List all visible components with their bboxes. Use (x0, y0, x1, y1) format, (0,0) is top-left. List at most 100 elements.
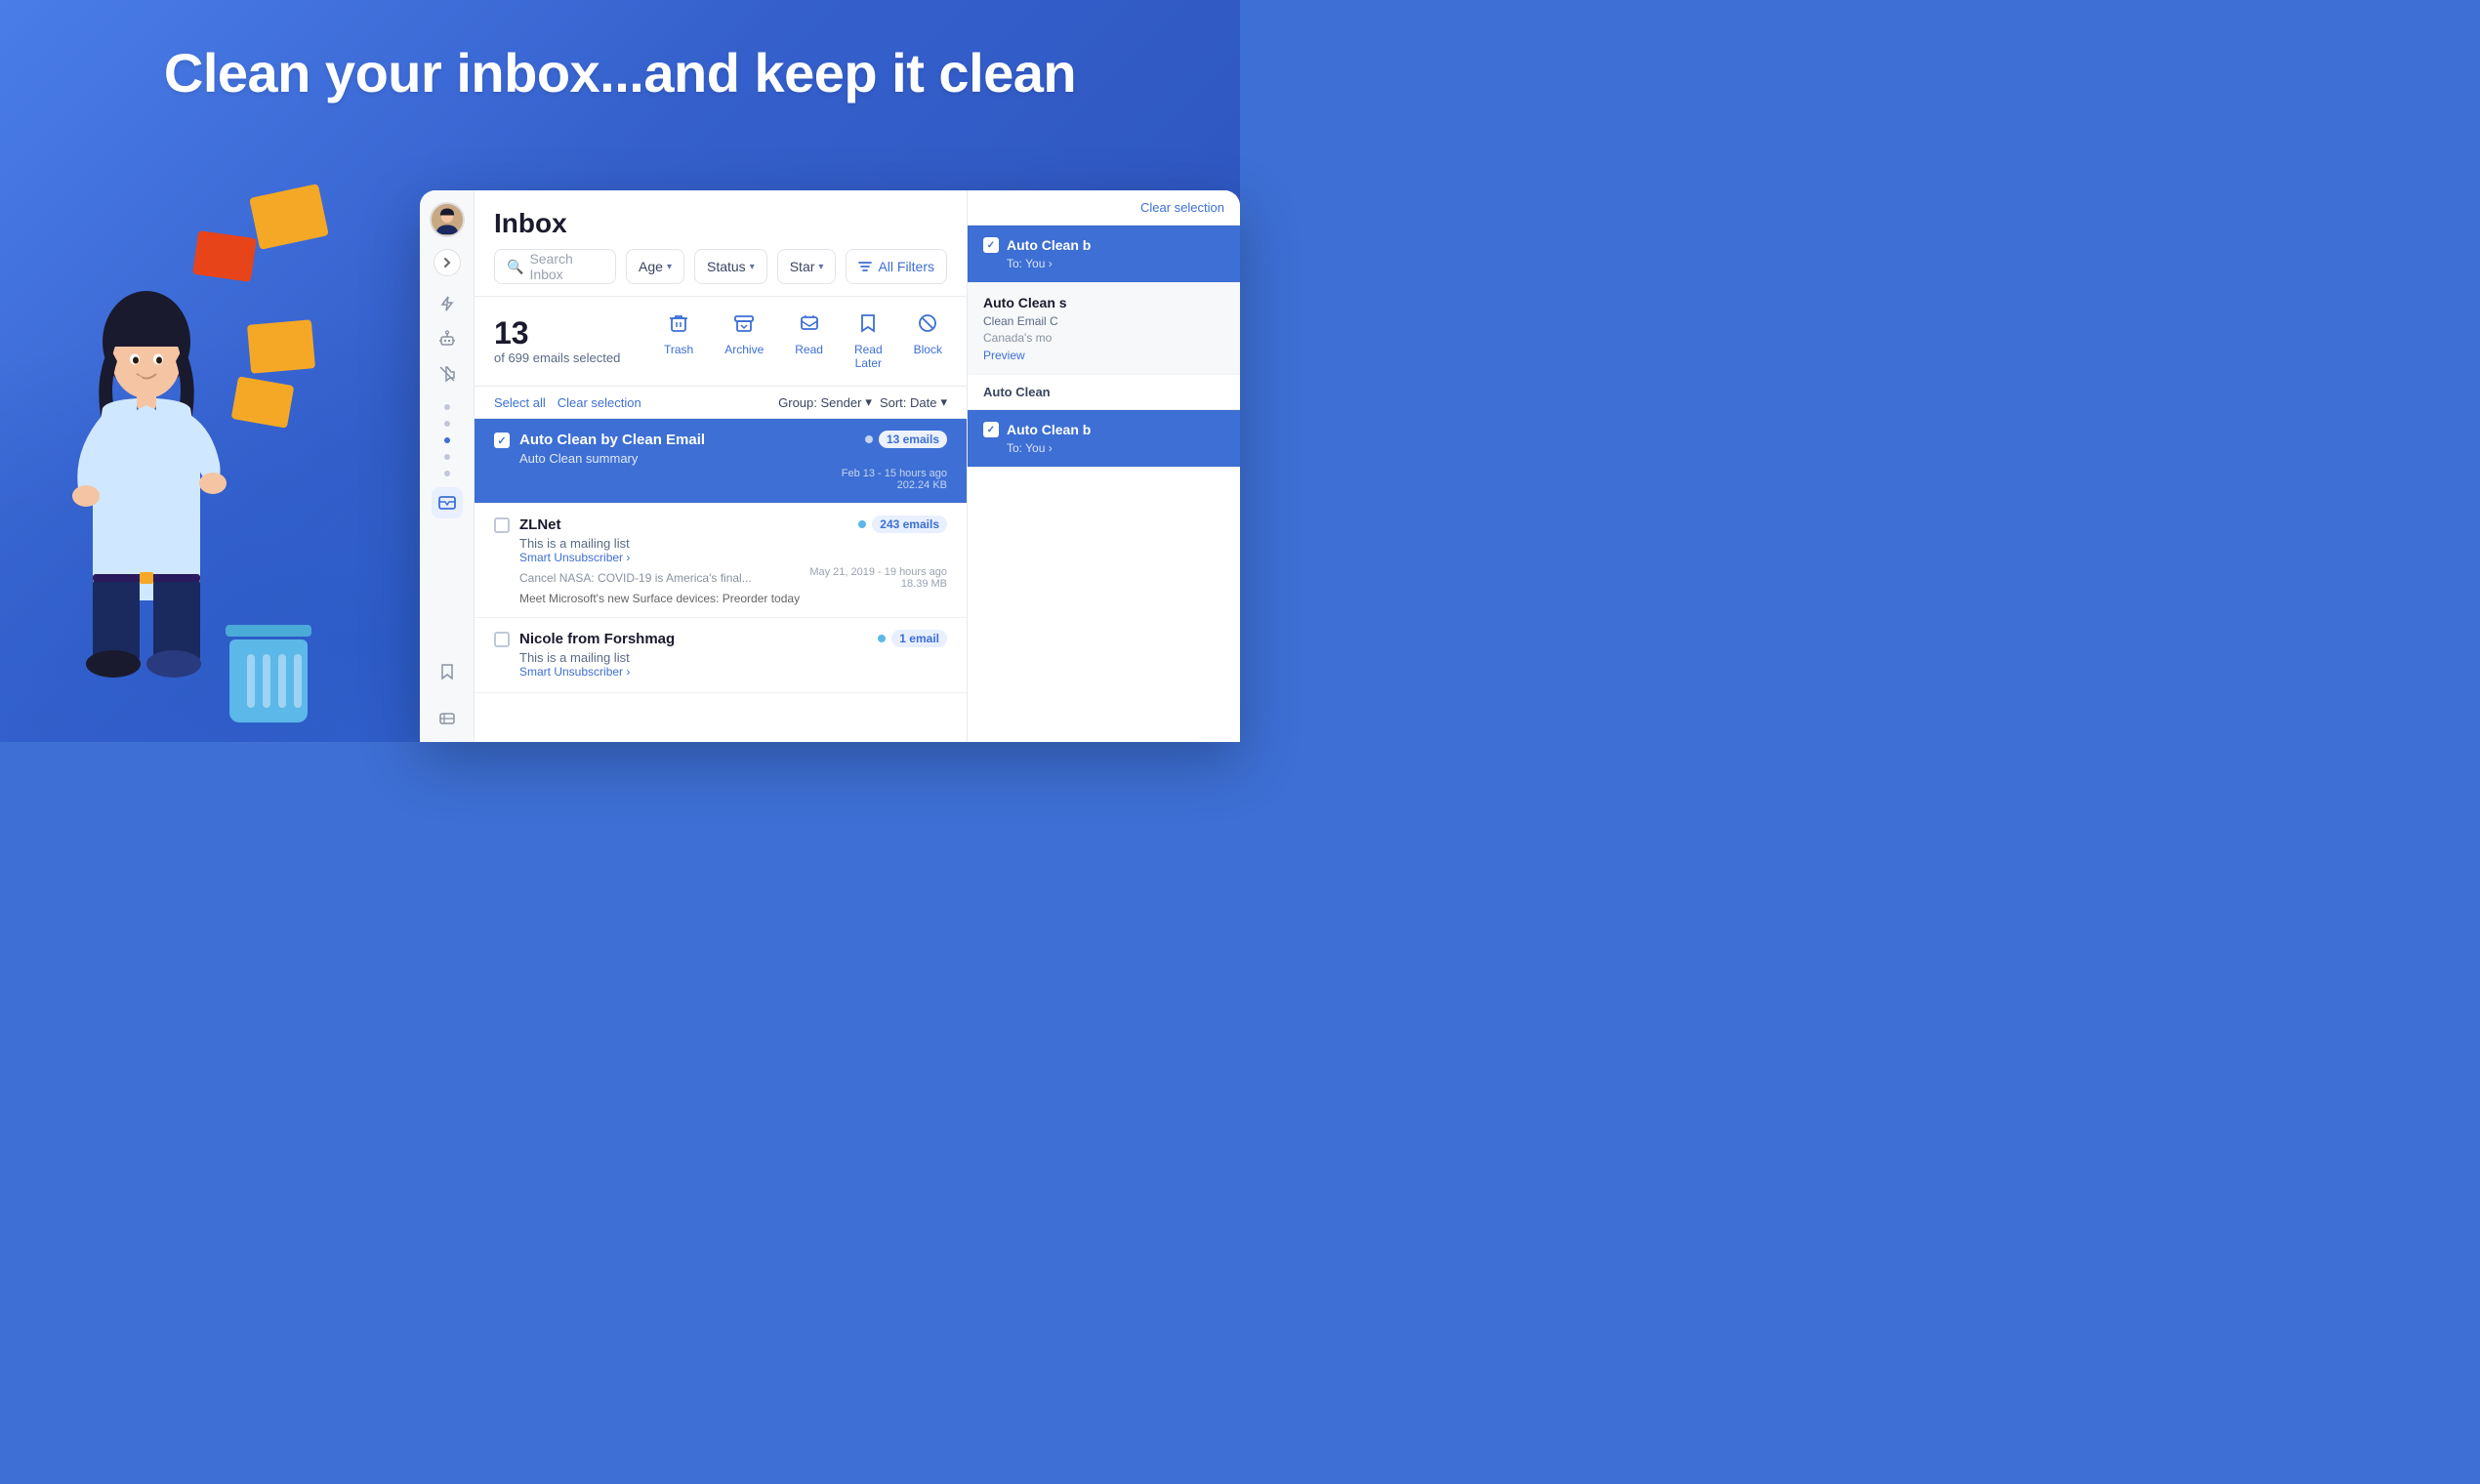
nav-dot-2[interactable] (444, 421, 450, 427)
selected-count: 13 of 699 emails selected (494, 317, 650, 365)
group-sender-button[interactable]: Group: Sender ▾ (778, 394, 872, 410)
archive-label: Archive (724, 343, 764, 356)
filter-icon (858, 260, 872, 273)
search-box[interactable]: 🔍 Search Inbox (494, 249, 616, 284)
email-checkbox-zlnet[interactable] (494, 517, 510, 533)
email-row-auto-clean[interactable]: Auto Clean by Clean Email 13 emails Auto… (475, 419, 967, 504)
email-sender-row-auto-clean: Auto Clean by Clean Email 13 emails (519, 431, 947, 448)
sidebar (420, 190, 475, 742)
all-filters-button[interactable]: All Filters (846, 249, 947, 284)
sidebar-icon-mute[interactable] (432, 358, 463, 390)
count-label: of 699 emails selected (494, 350, 650, 365)
trash-button[interactable]: Trash (650, 307, 707, 376)
clear-selection-link[interactable]: Clear selection (558, 395, 641, 410)
email-sender-nicole: Nicole from Forshmag (519, 631, 675, 647)
search-placeholder: Search Inbox (529, 251, 603, 282)
trash-line-1 (247, 654, 255, 708)
block-button[interactable]: Block (900, 307, 956, 376)
block-icon (917, 312, 938, 340)
age-filter[interactable]: Age ▾ (626, 249, 684, 284)
email-sender-auto-clean: Auto Clean by Clean Email (519, 432, 705, 448)
email-date-size-zlnet: May 21, 2019 - 19 hours ago 18.39 MB (809, 566, 947, 590)
envelope-3 (247, 319, 315, 374)
email-list: Auto Clean by Clean Email 13 emails Auto… (475, 419, 967, 742)
badge-dot-auto-clean (865, 435, 873, 443)
read-later-button[interactable]: Read Later (841, 307, 896, 376)
group-chevron-icon: ▾ (865, 394, 872, 410)
hero-title: Clean your inbox...and keep it clean (0, 41, 1240, 104)
right-panel-item-4[interactable]: Auto Clean b To: You › (968, 410, 1240, 468)
right-item-to-1: To: You › (1007, 257, 1091, 270)
search-icon: 🔍 (507, 259, 523, 275)
email-badge-auto-clean: 13 emails (865, 431, 947, 448)
email-sender-row-zlnet: ZLNet 243 emails (519, 515, 947, 533)
trash-line-3 (278, 654, 286, 708)
search-filter-row: 🔍 Search Inbox Age ▾ Status ▾ Star ▾ (494, 249, 947, 284)
right-item-title-4: Auto Clean b (1007, 422, 1091, 437)
email-content-nicole: Nicole from Forshmag 1 email This is a m… (519, 630, 947, 680)
right-item-title-2: Auto Clean s (983, 295, 1224, 310)
nav-dot-5[interactable] (444, 471, 450, 476)
select-all-link[interactable]: Select all (494, 395, 546, 410)
right-panel-item-2[interactable]: Auto Clean s Clean Email C Canada's mo P… (968, 283, 1240, 375)
right-panel-row-1: Auto Clean b To: You › (983, 237, 1224, 270)
email-content-zlnet: ZLNet 243 emails This is a mailing list … (519, 515, 947, 605)
sidebar-icon-robot[interactable] (432, 323, 463, 354)
archive-button[interactable]: Archive (711, 307, 777, 376)
trash-label: Trash (664, 343, 693, 356)
right-item-body-2: Canada's mo (983, 331, 1224, 345)
sort-group: Group: Sender ▾ Sort: Date ▾ (778, 394, 947, 410)
email-checkbox-auto-clean[interactable] (494, 433, 510, 448)
sidebar-icon-lightning[interactable] (432, 288, 463, 319)
email-row-zlnet[interactable]: ZLNet 243 emails This is a mailing list … (475, 504, 967, 618)
read-icon (799, 312, 820, 340)
right-checkbox-1[interactable] (983, 237, 999, 253)
email-subject-zlnet: This is a mailing list Smart Unsubscribe… (519, 536, 947, 564)
sidebar-icon-list[interactable] (432, 703, 463, 734)
right-item-to-2: Clean Email C (983, 314, 1224, 328)
email-badge-zlnet: 243 emails (858, 515, 947, 533)
auto-clean-label-text: Auto Clean (983, 385, 1051, 399)
email-subject-nicole: This is a mailing list Smart Unsubscribe… (519, 650, 947, 679)
sidebar-icon-bookmark[interactable] (432, 656, 463, 687)
sidebar-icon-inbox[interactable] (432, 487, 463, 518)
right-checkbox-4[interactable] (983, 422, 999, 437)
email-badge-nicole: 1 email (878, 630, 947, 647)
right-item-preview-2[interactable]: Preview (983, 349, 1224, 362)
nav-arrow[interactable] (434, 249, 461, 276)
email-sender-zlnet: ZLNet (519, 516, 561, 533)
nav-dot-3[interactable] (444, 437, 450, 443)
star-chevron-icon: ▾ (818, 262, 823, 272)
email-checkbox-nicole[interactable] (494, 632, 510, 647)
email-sender-row-nicole: Nicole from Forshmag 1 email (519, 630, 947, 647)
badge-dot-zlnet (858, 520, 866, 528)
age-chevron-icon: ▾ (667, 262, 672, 272)
badge-count-nicole: 1 email (891, 630, 947, 647)
email-date-size-auto-clean: Feb 13 - 15 hours ago 202.24 KB (842, 468, 947, 491)
right-panel-item-1[interactable]: Auto Clean b To: You › (968, 226, 1240, 283)
nav-dot-1[interactable] (444, 404, 450, 410)
right-item-title-1: Auto Clean b (1007, 237, 1091, 253)
right-panel-clear-button[interactable]: Clear selection (1140, 200, 1224, 215)
status-filter[interactable]: Status ▾ (694, 249, 767, 284)
sort-chevron-icon: ▾ (940, 394, 947, 410)
smart-unsubscriber-link-nicole[interactable]: Smart Unsubscriber › (519, 665, 947, 679)
trash-line-4 (294, 654, 302, 708)
read-button[interactable]: Read (781, 307, 837, 376)
smart-unsubscriber-link-zlnet[interactable]: Smart Unsubscriber › (519, 551, 947, 564)
email-subject-auto-clean: Auto Clean summary (519, 451, 947, 466)
read-later-label: Read Later (854, 343, 883, 370)
avatar[interactable] (430, 202, 465, 237)
right-item-to-4: To: You › (1007, 441, 1091, 455)
star-filter[interactable]: Star ▾ (777, 249, 837, 284)
trash-icon (668, 312, 689, 340)
badge-count-auto-clean: 13 emails (879, 431, 947, 448)
right-item-content-1: Auto Clean b To: You › (1007, 237, 1091, 270)
sort-date-button[interactable]: Sort: Date ▾ (880, 394, 947, 410)
select-links: Select all Clear selection (494, 395, 641, 410)
email-meta-zlnet: Cancel NASA: COVID-19 is America's final… (519, 566, 947, 590)
email-row-nicole[interactable]: Nicole from Forshmag 1 email This is a m… (475, 618, 967, 693)
person-illustration (49, 273, 244, 693)
app-panel: Inbox 🔍 Search Inbox Age ▾ Status ▾ Star… (420, 190, 1240, 742)
nav-dot-4[interactable] (444, 454, 450, 460)
